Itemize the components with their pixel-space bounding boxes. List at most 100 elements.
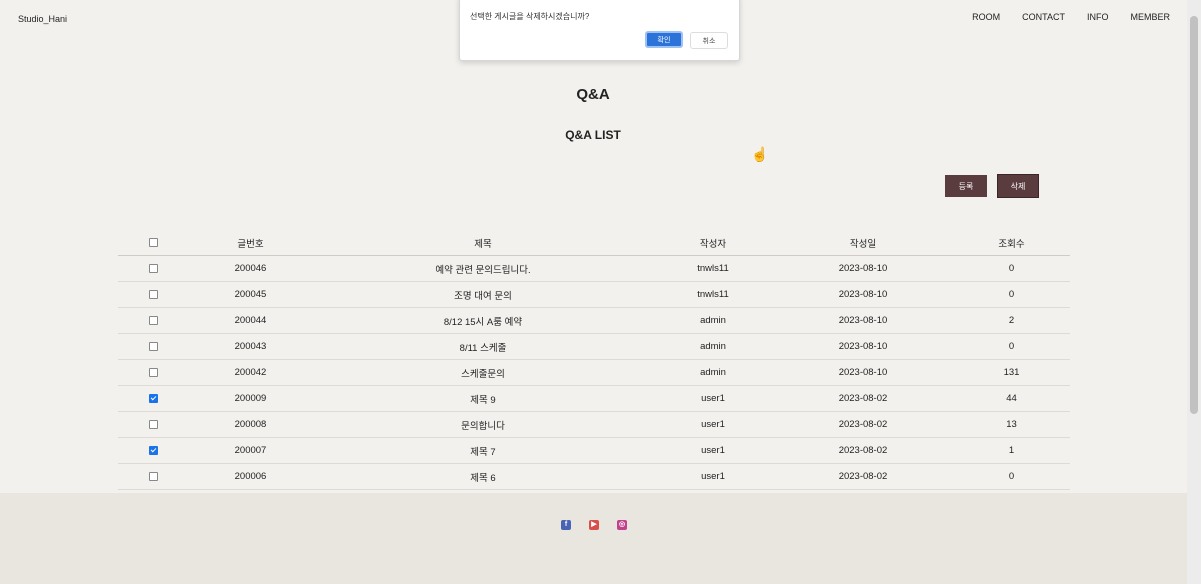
confirm-cancel-button[interactable]: 취소 [690,32,728,49]
row-checkbox[interactable] [148,263,158,273]
row-title[interactable]: 제목 6 [313,463,653,490]
row-no: 200007 [188,437,313,464]
row-title[interactable]: 8/11 스케줄 [313,333,653,360]
row-date: 2023-08-10 [773,333,953,360]
row-checkbox[interactable] [148,445,158,455]
hand-cursor-icon: ☝ [751,146,769,162]
table-header-row: 글번호 제목 작성자 작성일 조회수 [118,230,1070,256]
select-all-cell [118,230,188,256]
row-title[interactable]: 문의합니다 [313,411,653,438]
row-date: 2023-08-10 [773,359,953,386]
nav-member[interactable]: MEMBER [1130,12,1170,22]
row-no: 200008 [188,411,313,438]
scrollbar-thumb[interactable] [1190,16,1198,414]
row-title[interactable]: 제목 9 [313,385,653,412]
site-logo[interactable]: Studio_Hani [18,14,67,24]
header-title: 제목 [313,230,653,256]
site-footer: f ▶ ◎ [0,493,1187,584]
table-row[interactable]: 200045 조명 대여 문의 tnwls11 2023-08-10 0 [118,281,1070,308]
row-writer: user1 [653,463,773,490]
row-checkbox-cell [118,359,188,386]
row-checkbox-cell [118,463,188,490]
row-date: 2023-08-02 [773,411,953,438]
row-date: 2023-08-02 [773,463,953,490]
row-checkbox[interactable] [148,393,158,403]
instagram-icon[interactable]: ◎ [617,520,627,530]
social-links: f ▶ ◎ [561,520,627,530]
row-no: 200046 [188,255,313,282]
main-nav: ROOM CONTACT INFO MEMBER [950,12,1170,22]
row-date: 2023-08-10 [773,255,953,282]
table-row[interactable]: 200043 8/11 스케줄 admin 2023-08-10 0 [118,333,1070,360]
header-writer: 작성자 [653,230,773,256]
row-date: 2023-08-10 [773,281,953,308]
row-checkbox[interactable] [148,367,158,377]
page: Studio_Hani ROOM CONTACT INFO MEMBER Q&A… [0,0,1201,584]
row-date: 2023-08-02 [773,385,953,412]
row-writer: user1 [653,411,773,438]
row-checkbox-cell [118,385,188,412]
row-title[interactable]: 제목 7 [313,437,653,464]
table-row[interactable]: 200042 스케줄문의 admin 2023-08-10 131 [118,359,1070,386]
row-checkbox[interactable] [148,471,158,481]
row-no: 200045 [188,281,313,308]
row-title[interactable]: 예약 관련 문의드립니다. [313,255,653,282]
row-no: 200042 [188,359,313,386]
row-date: 2023-08-02 [773,437,953,464]
facebook-icon[interactable]: f [561,520,571,530]
row-views: 0 [953,281,1070,308]
table-row[interactable]: 200006 제목 6 user1 2023-08-02 0 [118,463,1070,490]
register-button[interactable]: 등록 [945,175,987,197]
row-title[interactable]: 스케줄문의 [313,359,653,386]
page-title: Q&A [576,86,610,103]
table-row[interactable]: 200008 문의합니다 user1 2023-08-02 13 [118,411,1070,438]
row-views: 131 [953,359,1070,386]
row-checkbox[interactable] [148,341,158,351]
vertical-scrollbar[interactable] [1187,0,1201,584]
row-views: 2 [953,307,1070,334]
row-views: 1 [953,437,1070,464]
row-writer: tnwls11 [653,281,773,308]
page-subtitle: Q&A LIST [565,128,621,142]
row-views: 13 [953,411,1070,438]
row-no: 200006 [188,463,313,490]
table-body: 200046 예약 관련 문의드립니다. tnwls11 2023-08-10 0 200… [118,255,1070,490]
header-date: 작성일 [773,230,953,256]
row-date: 2023-08-10 [773,307,953,334]
nav-contact[interactable]: CONTACT [1022,12,1065,22]
row-no: 200044 [188,307,313,334]
header-no: 글번호 [188,230,313,256]
row-title[interactable]: 8/12 15시 A룸 예약 [313,307,653,334]
row-checkbox-cell [118,307,188,334]
row-title[interactable]: 조명 대여 문의 [313,281,653,308]
row-writer: user1 [653,385,773,412]
row-no: 200009 [188,385,313,412]
row-no: 200043 [188,333,313,360]
row-writer: admin [653,333,773,360]
row-checkbox-cell [118,333,188,360]
table-row[interactable]: 200007 제목 7 user1 2023-08-02 1 [118,437,1070,464]
qna-table: 글번호 제목 작성자 작성일 조회수 200046 예약 관련 문의드립니다. tn… [118,230,1070,490]
row-views: 0 [953,463,1070,490]
row-checkbox-cell [118,255,188,282]
table-row[interactable]: 200044 8/12 15시 A룸 예약 admin 2023-08-10 2 [118,307,1070,334]
row-writer: tnwls11 [653,255,773,282]
delete-button[interactable]: 삭제 [997,174,1039,198]
select-all-checkbox[interactable] [148,237,158,247]
header-views: 조회수 [953,230,1070,256]
row-checkbox[interactable] [148,419,158,429]
table-row[interactable]: 200009 제목 9 user1 2023-08-02 44 [118,385,1070,412]
confirm-ok-button[interactable]: 확인 [645,31,683,48]
dialog-message: 선택한 게시글을 삭제하시겠습니까? [470,12,590,21]
row-checkbox-cell [118,437,188,464]
row-writer: admin [653,307,773,334]
confirm-dialog: 선택한 게시글을 삭제하시겠습니까? 확인 취소 [459,0,740,61]
row-checkbox[interactable] [148,289,158,299]
row-views: 44 [953,385,1070,412]
row-checkbox[interactable] [148,315,158,325]
nav-info[interactable]: INFO [1087,12,1109,22]
row-checkbox-cell [118,411,188,438]
youtube-icon[interactable]: ▶ [589,520,599,530]
nav-room[interactable]: ROOM [972,12,1000,22]
table-row[interactable]: 200046 예약 관련 문의드립니다. tnwls11 2023-08-10 0 [118,255,1070,282]
